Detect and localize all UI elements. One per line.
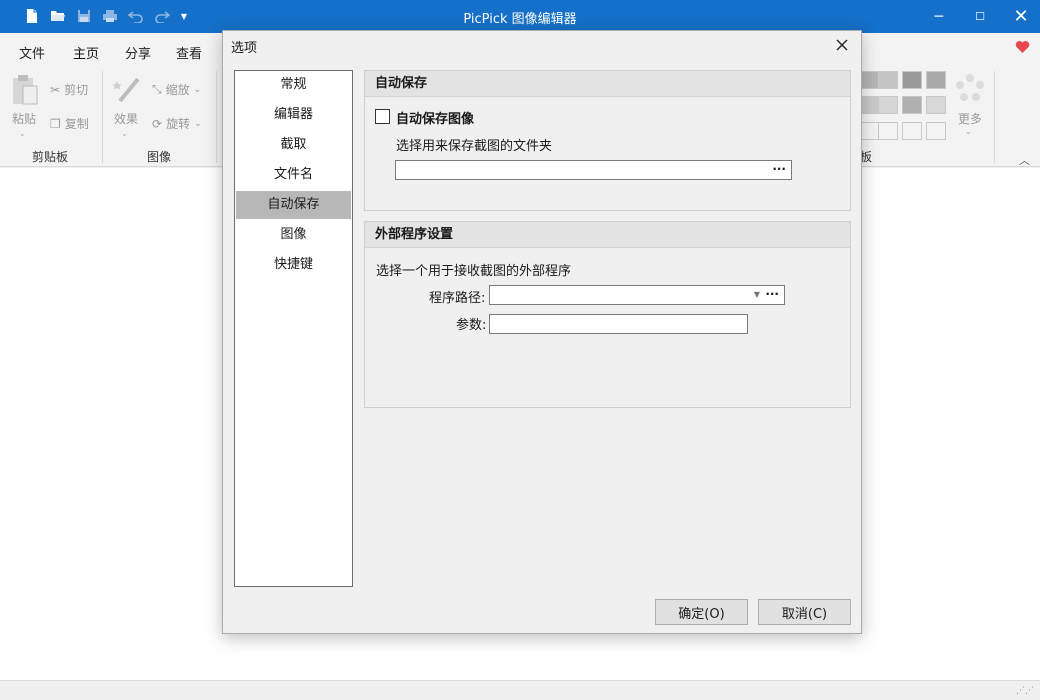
browse-folder-button[interactable]: ··· xyxy=(772,162,786,176)
copy-button[interactable]: ❐ 复制 xyxy=(50,115,89,132)
rotate-button[interactable]: ⟳ 旋转 ⌄ xyxy=(152,115,202,132)
effects-icon[interactable] xyxy=(112,73,142,109)
autosave-section: 自动保存 自动保存图像 选择用来保存截图的文件夹 ··· xyxy=(364,70,851,211)
style-swatch[interactable] xyxy=(860,71,880,89)
chevron-down-icon: ⌄ xyxy=(193,84,202,95)
rotate-icon: ⟳ xyxy=(152,116,163,131)
cut-button[interactable]: ✂ 剪切 xyxy=(50,81,88,98)
ribbon-separator xyxy=(994,71,995,163)
nav-item-hotkeys[interactable]: 快捷键 xyxy=(236,251,351,279)
heart-icon[interactable] xyxy=(1015,40,1030,58)
folder-prompt: 选择用来保存截图的文件夹 xyxy=(396,139,553,154)
arguments-label: 参数: xyxy=(456,318,487,333)
tab-share[interactable]: 分享 xyxy=(125,43,151,62)
more-button[interactable]: 更多 xyxy=(958,110,982,127)
status-bar: ⋰⋰ xyxy=(0,680,1040,700)
paste-icon[interactable] xyxy=(11,74,39,110)
external-program-section: 外部程序设置 选择一个用于接收截图的外部程序 程序路径: ▼ ··· 参数: xyxy=(364,221,851,408)
resize-button[interactable]: ⤡ 缩放 ⌄ xyxy=(152,81,201,98)
nav-item-filename[interactable]: 文件名 xyxy=(236,161,351,189)
nav-item-capture[interactable]: 截取 xyxy=(236,131,351,159)
style-swatch[interactable] xyxy=(926,96,946,114)
scissors-icon: ✂ xyxy=(50,82,61,97)
close-window-button[interactable]: ✕ xyxy=(998,0,1040,33)
style-swatch[interactable] xyxy=(902,96,922,114)
nav-item-autosave[interactable]: 自动保存 xyxy=(236,191,351,219)
tab-file[interactable]: 文件 xyxy=(19,43,45,62)
folder-field[interactable]: ··· xyxy=(395,160,792,180)
tab-view[interactable]: 查看 xyxy=(176,43,202,62)
ok-button[interactable]: 确定(O) xyxy=(655,599,748,625)
paste-button[interactable]: 粘贴 xyxy=(12,110,36,127)
resize-icon: ⤡ xyxy=(152,82,162,96)
more-icon[interactable] xyxy=(954,73,986,109)
effects-button[interactable]: 效果 xyxy=(114,110,138,127)
path-dropdown-icon[interactable]: ▼ xyxy=(754,290,760,299)
style-swatch[interactable] xyxy=(878,122,898,140)
paste-dropdown-icon[interactable]: ⌄ xyxy=(19,129,26,138)
style-swatch[interactable] xyxy=(878,96,898,114)
ribbon-separator xyxy=(216,71,217,163)
group-label-image: 图像 xyxy=(147,150,172,164)
style-swatch[interactable] xyxy=(902,122,922,140)
ribbon-separator xyxy=(102,71,103,163)
external-heading: 外部程序设置 xyxy=(365,222,850,248)
resize-grip-icon[interactable]: ⋰⋰ xyxy=(1016,686,1034,696)
program-path-label: 程序路径: xyxy=(429,291,486,306)
autosave-checkbox-label[interactable]: 自动保存图像 xyxy=(396,108,474,127)
style-swatch[interactable] xyxy=(926,122,946,140)
collapse-ribbon-icon[interactable]: ︿ xyxy=(1019,152,1030,168)
browse-program-button[interactable]: ··· xyxy=(765,287,779,301)
style-swatch[interactable] xyxy=(878,71,898,89)
options-dialog: 选项 常规 编辑器 截取 文件名 自动保存 图像 快捷键 自动保存 自动保存图像… xyxy=(222,30,862,634)
program-path-field[interactable]: ▼ ··· xyxy=(489,285,785,305)
external-prompt: 选择一个用于接收截图的外部程序 xyxy=(376,264,572,279)
close-icon xyxy=(836,39,848,51)
title-bar: ▼ PicPick 图像编辑器 ─ ☐ ✕ xyxy=(0,0,1040,33)
maximize-button[interactable]: ☐ xyxy=(957,0,1003,33)
autosave-heading: 自动保存 xyxy=(365,71,850,97)
options-nav-list: 常规 编辑器 截取 文件名 自动保存 图像 快捷键 xyxy=(234,70,353,587)
style-swatch[interactable] xyxy=(926,71,946,89)
effects-dropdown-icon[interactable]: ⌄ xyxy=(121,129,128,138)
group-label-clipboard: 剪贴板 xyxy=(32,150,69,164)
nav-item-editor[interactable]: 编辑器 xyxy=(236,101,351,129)
style-swatch[interactable] xyxy=(902,71,922,89)
copy-icon: ❐ xyxy=(50,116,61,131)
autosave-checkbox[interactable] xyxy=(375,109,390,124)
more-dropdown-icon[interactable]: ⌄ xyxy=(965,127,972,136)
window-title: PicPick 图像编辑器 xyxy=(463,12,577,27)
dialog-title: 选项 xyxy=(231,41,258,56)
nav-item-general[interactable]: 常规 xyxy=(236,71,351,99)
tab-home[interactable]: 主页 xyxy=(73,43,100,68)
nav-item-image[interactable]: 图像 xyxy=(236,221,351,249)
dialog-close-button[interactable] xyxy=(831,34,853,56)
style-swatch[interactable] xyxy=(860,96,880,114)
chevron-down-icon: ⌄ xyxy=(194,118,202,129)
arguments-field[interactable] xyxy=(489,314,748,334)
style-swatch[interactable] xyxy=(860,122,880,140)
cancel-button[interactable]: 取消(C) xyxy=(758,599,851,625)
minimize-button[interactable]: ─ xyxy=(916,0,962,33)
